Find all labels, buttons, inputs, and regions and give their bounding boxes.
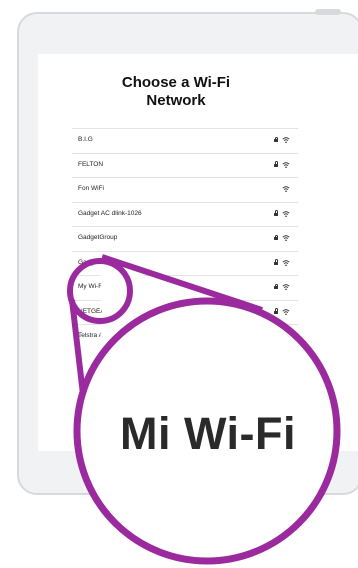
wifi-network-row[interactable]: Fon WiFi [72,177,298,202]
wifi-signal-icon [282,259,290,266]
wifi-signal-icon [282,210,290,217]
wifi-network-row[interactable]: Gadget [72,250,298,276]
wifi-network-name: Fon WiFi [78,185,104,192]
wifi-signal-icon [282,284,290,291]
wifi-network-name: Gadget [78,258,100,266]
wifi-network-name: My Wi-Fi Network [78,283,130,290]
lock-icon [274,161,278,167]
tablet-screen: Choose a Wi-Fi Network B.I.G FELTON Fon … [38,54,358,451]
wifi-network-row[interactable]: GadgetGroup [72,226,298,251]
wifi-network-name: NETGEAR4 [78,307,114,315]
tutorial-illustration: Choose a Wi-Fi Network B.I.G FELTON Fon … [0,0,358,568]
wifi-network-name: FELTON [78,160,104,168]
lock-icon [274,210,278,216]
lock-icon [274,283,278,289]
wifi-network-list: B.I.G FELTON Fon WiFi Gadget AC dlink-10… [72,128,298,349]
magnified-network-name: Mi Wi-Fi [119,408,297,459]
wifi-network-row[interactable]: B.I.G [72,128,298,153]
tablet-power-button [315,9,341,15]
wifi-signal-icon [282,161,290,168]
wifi-network-row[interactable]: My Wi-Fi Network [72,275,298,300]
lock-icon [274,308,278,314]
wifi-network-row[interactable]: FELTON [72,152,298,178]
wifi-network-row[interactable]: Gadget AC dlink-1026 [72,201,298,227]
wifi-network-name: Gadget AC dlink-1026 [78,209,142,217]
wifi-network-name: B.I.G [78,136,93,143]
wifi-signal-icon [282,308,290,315]
wifi-signal-icon [282,186,290,193]
lock-icon [274,136,278,142]
wifi-network-row[interactable]: Telstra A [72,324,298,349]
page-title-line1: Choose a Wi-Fi [121,74,231,91]
page-title: Choose a Wi-Fi Network [92,74,260,110]
wifi-network-row[interactable]: NETGEAR4 [72,299,298,325]
wifi-network-name: Telstra A [78,332,103,339]
lock-icon [274,234,278,240]
wifi-network-name: GadgetGroup [78,234,118,241]
wifi-signal-icon [282,235,290,242]
lock-icon [274,259,278,265]
page-title-line2: Network [146,92,206,109]
wifi-signal-icon [282,137,290,144]
